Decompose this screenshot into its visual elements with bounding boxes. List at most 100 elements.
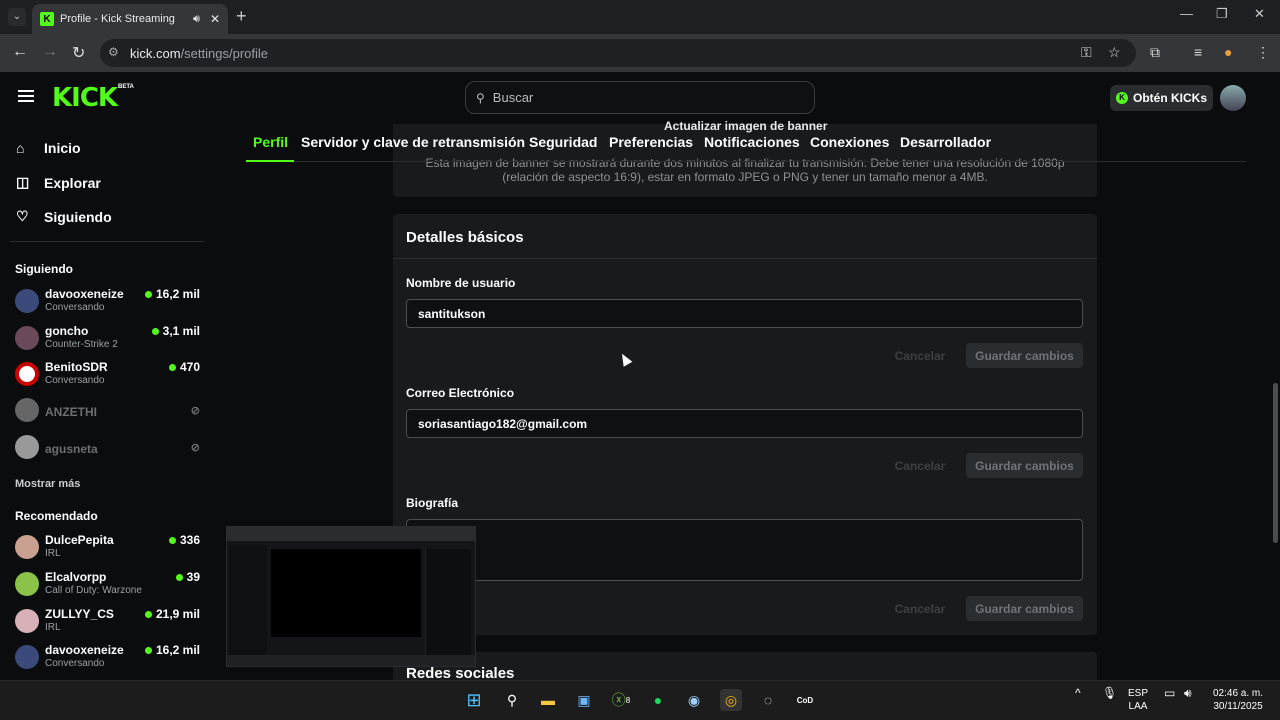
sidebar-item-label: Inicio: [44, 140, 81, 156]
browser-toolbar: ← → ↻ ⚙ kick.com/settings/profile ⚿ ☆ ⧉ …: [0, 34, 1280, 72]
new-tab-icon[interactable]: +: [236, 6, 247, 27]
viewer-count-value: 21,9 mil: [155, 607, 200, 621]
xbox-icon[interactable]: ⓧ 8: [610, 689, 632, 711]
cancel-button[interactable]: Cancelar: [893, 459, 947, 473]
show-more-link[interactable]: Mostrar más: [15, 478, 80, 490]
kick-favicon-icon: K: [40, 12, 54, 26]
save-button[interactable]: Guardar cambios: [966, 343, 1083, 368]
store-icon[interactable]: ▣: [573, 689, 595, 711]
call-of-duty-icon[interactable]: CoD: [794, 689, 816, 711]
clock[interactable]: 02:46 a. m. 30/11/2025: [1210, 687, 1266, 713]
tab-servidor[interactable]: Servidor y clave de retransmisión: [301, 134, 525, 150]
profile-avatar-icon[interactable]: ●: [1224, 44, 1232, 60]
channel-item[interactable]: BenitoSDR Conversando 470: [15, 358, 200, 390]
tab-title: Profile - Kick Streaming: [60, 13, 175, 25]
hamburger-menu-icon[interactable]: [18, 90, 34, 102]
menu-kebab-icon[interactable]: ⋮: [1256, 44, 1270, 61]
cancel-button[interactable]: Cancelar: [893, 602, 947, 616]
volume-icon[interactable]: 🔊︎: [1184, 687, 1192, 700]
viewer-count: 21,9 mil: [144, 607, 200, 621]
email-field[interactable]: soriasantiago182@gmail.com: [406, 409, 1083, 438]
channel-item[interactable]: davooxeneize Conversando 16,2 mil: [15, 285, 200, 317]
steam-icon[interactable]: ◉: [683, 689, 705, 711]
sidebar-item-label: Explorar: [44, 174, 101, 191]
live-dot-icon: [144, 291, 152, 298]
channel-category: Conversando: [45, 302, 105, 313]
close-window-icon[interactable]: ✕: [1254, 6, 1265, 22]
username-field[interactable]: santitukson: [406, 299, 1083, 328]
tab-perfil[interactable]: Perfil: [253, 134, 288, 150]
restore-icon[interactable]: ❐: [1216, 6, 1228, 22]
save-button[interactable]: Guardar cambios: [966, 596, 1083, 621]
browser-tab-strip: ⌄ K Profile - Kick Streaming 🔊︎ ✕ + — ❐ …: [0, 0, 1280, 34]
avatar: [15, 362, 39, 386]
search-icon: ⚲: [476, 90, 485, 105]
channel-item[interactable]: goncho Counter-Strike 2 3,1 mil: [15, 322, 200, 354]
tab-conexiones[interactable]: Conexiones: [810, 134, 889, 150]
get-kicks-button[interactable]: K Obtén KICKs: [1110, 85, 1213, 111]
user-avatar[interactable]: [1220, 85, 1246, 111]
channel-item[interactable]: agusneta ⊘: [15, 434, 200, 466]
kicks-coin-icon: K: [1115, 92, 1128, 104]
channel-name: davooxeneize: [45, 287, 124, 301]
bookmark-star-icon[interactable]: ☆: [1108, 44, 1121, 61]
kick-logo[interactable]: KICK: [52, 83, 118, 113]
site-info-icon[interactable]: ⚙: [108, 45, 119, 59]
viewer-count-value: 39: [186, 570, 200, 584]
search-icon[interactable]: ⚲: [501, 689, 523, 711]
media-queue-icon[interactable]: ≡: [1194, 44, 1202, 60]
reload-icon[interactable]: ↻: [72, 43, 85, 63]
viewer-count: 3,1 mil: [151, 324, 200, 338]
cancel-button[interactable]: Cancelar: [893, 349, 947, 363]
speaker-icon[interactable]: 🔊︎: [193, 13, 200, 26]
show-hidden-icons[interactable]: ^: [1075, 687, 1081, 700]
address-bar[interactable]: ⚙ kick.com/settings/profile: [100, 39, 1136, 67]
channel-name: davooxeneize: [45, 643, 124, 657]
viewer-count-value: 16,2 mil: [155, 287, 200, 301]
tab-preferencias[interactable]: Preferencias: [609, 134, 693, 150]
close-tab-icon[interactable]: ✕: [210, 12, 220, 26]
microphone-icon[interactable]: 🎙︎: [1102, 687, 1117, 700]
avatar: [15, 435, 39, 459]
save-button[interactable]: Guardar cambios: [966, 453, 1083, 478]
back-icon[interactable]: ←: [12, 43, 28, 61]
forward-icon[interactable]: →: [42, 43, 58, 61]
tab-seguridad[interactable]: Seguridad: [529, 134, 597, 150]
channel-item[interactable]: DulcePepita IRL 336: [15, 531, 200, 563]
live-dot-icon: [151, 328, 159, 335]
channel-item[interactable]: ZULLYY_CS IRL 21,9 mil: [15, 605, 200, 637]
minimize-icon[interactable]: —: [1180, 6, 1193, 21]
channel-item[interactable]: davooxeneize Conversando 16,2 mil: [15, 641, 200, 673]
channel-name: ZULLYY_CS: [45, 607, 114, 621]
channel-item[interactable]: Elcalvorpp Call of Duty: Warzone 39: [15, 568, 200, 600]
xbox-badge: 8: [625, 695, 631, 705]
channel-item[interactable]: ANZETHI ⊘: [15, 398, 200, 430]
input-language[interactable]: ESP LAA: [1128, 687, 1148, 713]
live-dot-icon: [168, 364, 176, 371]
file-explorer-icon[interactable]: ▬: [537, 689, 559, 711]
chrome-icon[interactable]: ◎: [720, 689, 742, 711]
bio-textarea[interactable]: [406, 519, 1083, 581]
windows-start-icon[interactable]: ⊞: [463, 689, 485, 711]
page-scrollbar[interactable]: [1273, 383, 1278, 543]
network-icon[interactable]: ▭: [1164, 687, 1175, 700]
sidebar-item-siguiendo[interactable]: ♡ Siguiendo: [16, 208, 112, 225]
bio-label: Biografía: [406, 496, 459, 510]
search-input[interactable]: ⚲ Buscar: [465, 81, 815, 114]
avatar: [15, 535, 39, 559]
tab-notificaciones[interactable]: Notificaciones: [704, 134, 800, 150]
tab-desarrollador[interactable]: Desarrollador: [900, 134, 991, 150]
preview-chat: [425, 549, 471, 661]
browser-tab[interactable]: K Profile - Kick Streaming 🔊︎ ✕: [32, 4, 228, 34]
extensions-icon[interactable]: ⧉: [1150, 44, 1160, 61]
tab-search-icon[interactable]: ⌄: [8, 8, 26, 26]
spotify-icon[interactable]: ●: [647, 689, 669, 711]
channel-name: Elcalvorpp: [45, 570, 107, 584]
password-key-icon[interactable]: ⚿: [1081, 44, 1092, 61]
viewer-count-value: 16,2 mil: [155, 643, 200, 657]
sidebar-item-explorar[interactable]: ◫ Explorar: [16, 174, 101, 191]
offline-icon: ⊘: [190, 442, 200, 454]
viewer-count: 16,2 mil: [144, 287, 200, 301]
sidebar-item-inicio[interactable]: ⌂ Inicio: [16, 140, 81, 156]
obs-icon[interactable]: ◌: [757, 689, 779, 711]
